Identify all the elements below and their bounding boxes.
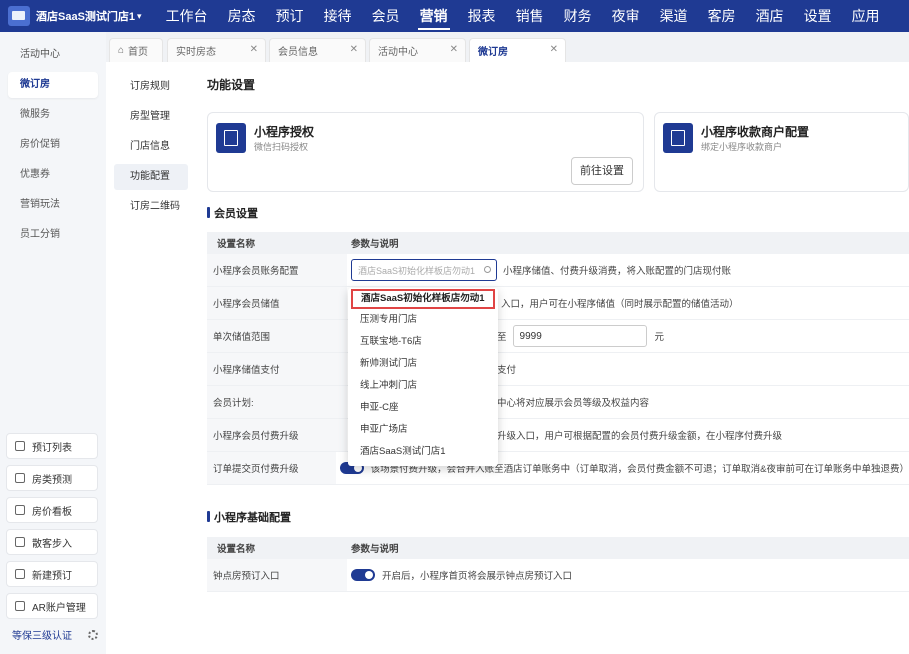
subnav-booking-rules[interactable]: 订房规则 <box>114 74 188 100</box>
table-row: 会员计划: 中心将对应展示会员等级及权益内容 <box>207 386 909 419</box>
board-icon <box>15 505 25 515</box>
content-area: 订房规则 房型管理 门店信息 功能配置 订房二维码 功能设置 小程序授权 微信扫… <box>106 62 909 654</box>
home-icon: ⌂ <box>118 45 125 56</box>
merchant-config-card: 小程序收款商户配置 绑定小程序收款商户 <box>654 112 909 192</box>
nav-sales[interactable]: 销售 <box>506 0 554 32</box>
quick-walk-in-button[interactable]: 散客步入 <box>6 529 98 555</box>
forecast-icon <box>15 473 25 483</box>
yuan-icon <box>663 123 693 153</box>
database-icon <box>15 601 25 611</box>
table-row: 订单提交页付费升级 该场景付费升级，会合并入账至酒店订单账务中（订单取消，会员付… <box>207 452 909 485</box>
nav-finance[interactable]: 财务 <box>554 0 602 32</box>
close-icon[interactable]: ✕ <box>350 44 358 55</box>
quick-booking-list-button[interactable]: 预订列表 <box>6 433 98 459</box>
subnav-store-info[interactable]: 门店信息 <box>114 134 188 160</box>
nav-booking[interactable]: 预订 <box>266 0 314 32</box>
tab-member-info[interactable]: 会员信息 ✕ <box>269 38 366 62</box>
nav-housekeeping[interactable]: 客房 <box>698 0 746 32</box>
store-search-input[interactable]: 酒店SaaS初始化样板店勿动1 <box>351 259 497 281</box>
dropdown-option[interactable]: 线上冲刺门店 <box>348 375 498 397</box>
nav-reception[interactable]: 接待 <box>314 0 362 32</box>
nav-report[interactable]: 报表 <box>458 0 506 32</box>
sidebar-item-rate-promotion[interactable]: 房价促销 <box>8 132 98 158</box>
hourly-room-toggle[interactable] <box>351 569 375 581</box>
sidebar: 活动中心 微订房 微服务 房价促销 优惠券 营销玩法 员工分销 预订列表 房类预… <box>0 32 106 654</box>
tab-realtime-room-status[interactable]: 实时房态 ✕ <box>167 38 266 62</box>
walk-in-icon <box>15 537 25 547</box>
sidebar-item-micro-booking[interactable]: 微订房 <box>8 72 98 98</box>
nav-member[interactable]: 会员 <box>362 0 410 32</box>
quick-room-forecast-button[interactable]: 房类预测 <box>6 465 98 491</box>
close-icon[interactable]: ✕ <box>250 44 258 55</box>
top-nav-bar: 酒店SaaS测试门店1 ▾ 工作台 房态 预订 接待 会员 营销 报表 销售 财… <box>0 0 909 32</box>
table-row: 小程序储值支付 支付 <box>207 353 909 386</box>
tab-micro-booking[interactable]: 微订房 ✕ <box>469 38 566 62</box>
table-row: 单次储值范围 至 元 <box>207 320 909 353</box>
table-header: 设置名称 参数与说明 <box>207 232 909 254</box>
table-row: 小程序会员储值 入口，用户可在小程序储值（同时展示配置的储值活动） <box>207 287 909 320</box>
search-icon <box>484 266 491 273</box>
sidebar-item-micro-service[interactable]: 微服务 <box>8 102 98 128</box>
quick-ar-account-button[interactable]: AR账户管理 <box>6 593 98 619</box>
list-icon <box>15 441 25 451</box>
member-settings-heading: 会员设置 <box>207 205 258 221</box>
mini-program-table: 设置名称 参数与说明 钟点房预订入口 开启后，小程序首页将会展示钟点房预订入口 <box>207 537 909 592</box>
document-icon <box>216 123 246 153</box>
sidebar-item-coupons[interactable]: 优惠券 <box>8 162 98 188</box>
table-row: 钟点房预订入口 开启后，小程序首页将会展示钟点房预订入口 <box>207 559 909 592</box>
quick-rate-board-button[interactable]: 房价看板 <box>6 497 98 523</box>
subnav-feature-config[interactable]: 功能配置 <box>114 164 188 190</box>
close-icon[interactable]: ✕ <box>550 44 558 55</box>
security-cert: 等保三级认证 <box>12 627 98 642</box>
tab-activity-center[interactable]: 活动中心 ✕ <box>369 38 466 62</box>
sidebar-item-staff-distribution[interactable]: 员工分销 <box>8 222 98 248</box>
quick-new-booking-button[interactable]: 新建预订 <box>6 561 98 587</box>
store-name[interactable]: 酒店SaaS测试门店1 <box>36 8 135 24</box>
table-header: 设置名称 参数与说明 <box>207 537 909 559</box>
mini-program-basic-heading: 小程序基础配置 <box>207 509 291 525</box>
nav-night-audit[interactable]: 夜审 <box>602 0 650 32</box>
mini-program-auth-card: 小程序授权 微信扫码授权 前往设置 <box>207 112 644 192</box>
table-row: 小程序会员账务配置 酒店SaaS初始化样板店勿动1 小程序储值、付费升级消费，将… <box>207 254 909 287</box>
nav-workbench[interactable]: 工作台 <box>156 0 218 32</box>
dropdown-option[interactable]: 申亚-C座 <box>348 397 498 419</box>
store-dropdown: 酒店SaaS初始化样板店勿动1 压测专用门店 互联宝地-T6店 新帅测试门店 线… <box>348 288 498 466</box>
max-recharge-input[interactable] <box>512 325 647 347</box>
sidebar-item-marketing-play[interactable]: 营销玩法 <box>8 192 98 218</box>
nav-room-status[interactable]: 房态 <box>218 0 266 32</box>
gear-icon[interactable] <box>88 629 98 640</box>
app-logo <box>8 6 30 26</box>
dropdown-option[interactable]: 互联宝地-T6店 <box>348 331 498 353</box>
dropdown-option[interactable]: 新帅测试门店 <box>348 353 498 375</box>
subnav-room-type-mgmt[interactable]: 房型管理 <box>114 104 188 130</box>
close-icon[interactable]: ✕ <box>450 44 458 55</box>
dropdown-option[interactable]: 压测专用门店 <box>348 309 498 331</box>
dropdown-option[interactable]: 酒店SaaS初始化样板店勿动1 <box>351 289 495 309</box>
nav-marketing[interactable]: 营销 <box>410 0 458 32</box>
table-row: 小程序会员付费升级 升级入口，用户可根据配置的会员付费升级金额，在小程序付费升级 <box>207 419 909 452</box>
chevron-down-icon[interactable]: ▾ <box>137 11 142 22</box>
sidebar-item-activity-center[interactable]: 活动中心 <box>8 42 98 68</box>
nav-settings[interactable]: 设置 <box>794 0 842 32</box>
dropdown-option[interactable]: 申亚广场店 <box>348 419 498 441</box>
nav-hotel[interactable]: 酒店 <box>746 0 794 32</box>
dropdown-option[interactable]: 酒店SaaS测试门店1 <box>348 441 498 463</box>
go-settings-button[interactable]: 前往设置 <box>571 157 633 185</box>
sub-nav: 订房规则 房型管理 门店信息 功能配置 订房二维码 <box>106 62 196 654</box>
member-settings-table: 设置名称 参数与说明 小程序会员账务配置 酒店SaaS初始化样板店勿动1 小程序… <box>207 232 909 485</box>
tab-bar: ⌂ 首页 实时房态 ✕ 会员信息 ✕ 活动中心 ✕ 微订房 ✕ <box>106 32 909 62</box>
nav-apps[interactable]: 应用 <box>842 0 890 32</box>
tab-home[interactable]: ⌂ 首页 <box>109 38 163 62</box>
nav-channel[interactable]: 渠道 <box>650 0 698 32</box>
new-booking-icon <box>15 569 25 579</box>
page-title: 功能设置 <box>207 78 256 92</box>
subnav-booking-qrcode[interactable]: 订房二维码 <box>114 194 188 220</box>
main-panel: 功能设置 小程序授权 微信扫码授权 前往设置 小程序收款商户配置 绑定小程序收款… <box>207 62 909 654</box>
